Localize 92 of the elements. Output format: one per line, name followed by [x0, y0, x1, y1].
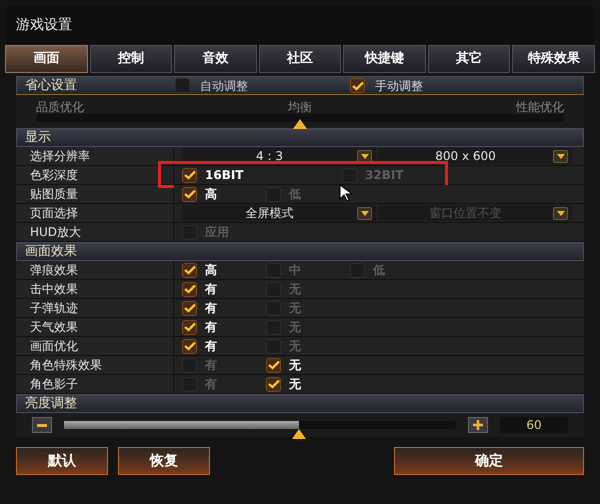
option-label: 有	[205, 376, 217, 393]
minus-button[interactable]	[32, 417, 52, 433]
checkbox[interactable]	[182, 186, 197, 202]
option-label: 16BIT	[205, 167, 244, 184]
checkbox[interactable]	[266, 186, 281, 202]
option-label: 无	[289, 338, 301, 355]
scale-label: 均衡	[288, 99, 312, 114]
row-label: 画面优化	[16, 337, 174, 355]
tab[interactable]: 其它	[428, 45, 510, 73]
minus-icon	[37, 424, 47, 426]
checkbox[interactable]	[266, 376, 281, 392]
option-label: 无	[289, 281, 301, 298]
checkbox[interactable]	[342, 168, 357, 182]
checkbox[interactable]	[266, 262, 281, 278]
checkmark-icon	[184, 303, 196, 313]
checkbox[interactable]	[266, 338, 281, 354]
row-label: 角色特殊效果	[16, 356, 174, 374]
checkbox[interactable]	[182, 224, 197, 240]
checkmark-icon	[268, 379, 280, 389]
checkbox[interactable]	[182, 376, 197, 392]
checkmark-icon	[268, 360, 280, 370]
checkbox[interactable]	[182, 300, 197, 316]
row-label: 贴图质量	[16, 185, 174, 203]
mouse-cursor-icon	[339, 184, 353, 202]
checkbox[interactable]	[175, 78, 190, 93]
window-title: 游戏设置	[16, 16, 72, 34]
option-label: 无	[289, 357, 301, 374]
checkmark-icon	[184, 189, 196, 199]
option-label: 有	[205, 319, 217, 336]
section-header: 画面效果	[16, 242, 584, 261]
checkmark-icon	[184, 284, 196, 294]
checkbox[interactable]	[266, 320, 281, 334]
dropdown[interactable]: 全屏模式	[182, 205, 376, 221]
checkbox[interactable]	[350, 262, 365, 278]
checkmark-icon	[184, 170, 196, 180]
checkmark-icon	[184, 322, 196, 332]
option-label: 有	[205, 357, 217, 374]
checkbox[interactable]	[182, 320, 197, 334]
checkmark-icon	[184, 265, 196, 275]
option-label: 自动调整	[200, 78, 248, 94]
row-label: 色彩深度	[16, 166, 174, 184]
option-label: 无	[289, 376, 301, 393]
tab[interactable]: 社区	[258, 45, 342, 73]
checkbox[interactable]	[182, 282, 197, 296]
tab[interactable]: 特殊效果	[512, 45, 596, 73]
row-label: 页面选择	[16, 204, 174, 222]
scale-label: 性能优化	[516, 99, 564, 114]
row-label: 选择分辨率	[16, 147, 174, 165]
option-label: 高	[205, 186, 217, 203]
option-label: 有	[205, 281, 217, 298]
checkbox[interactable]	[266, 282, 281, 296]
brightness-value: 60	[500, 417, 568, 433]
tab[interactable]: 画面	[5, 45, 88, 73]
tab[interactable]: 音效	[174, 45, 257, 73]
option-label: 低	[373, 262, 385, 279]
checkbox[interactable]	[266, 300, 281, 316]
row-label: HUD放大	[16, 223, 174, 241]
checkbox[interactable]	[182, 168, 197, 182]
tab[interactable]: 快捷键	[343, 45, 426, 73]
row-label: 击中效果	[16, 280, 174, 298]
tab[interactable]: 控制	[90, 45, 172, 73]
checkmark-icon	[352, 80, 364, 90]
option-label: 有	[205, 338, 217, 355]
row-label: 角色影子	[16, 375, 174, 393]
scale-label: 品质优化	[36, 99, 84, 114]
dialog-button[interactable]: 恢复	[118, 447, 210, 475]
plus-icon	[473, 420, 483, 430]
option-label: 应用	[205, 224, 229, 241]
checkbox[interactable]	[350, 78, 365, 93]
section-header: 亮度调整	[16, 394, 584, 413]
checkbox[interactable]	[182, 338, 197, 354]
dialog-button[interactable]: 确定	[394, 447, 584, 475]
row-label: 天气效果	[16, 318, 174, 336]
checkbox[interactable]	[266, 358, 281, 372]
option-label: 高	[205, 262, 217, 279]
row-label: 弹痕效果	[16, 261, 174, 279]
dropdown[interactable]: 800 x 600	[378, 148, 572, 164]
option-label: 手动调整	[375, 78, 423, 94]
option-label: 32BIT	[365, 167, 404, 184]
plus-button[interactable]	[468, 417, 488, 433]
option-label: 中	[289, 262, 301, 279]
option-label: 无	[289, 319, 301, 336]
dialog-button[interactable]: 默认	[16, 447, 108, 475]
row-label: 子弹轨迹	[16, 299, 174, 317]
section-header: 显示	[16, 128, 584, 147]
checkmark-icon	[184, 341, 196, 351]
checkbox[interactable]	[182, 262, 197, 278]
option-label: 有	[205, 300, 217, 317]
option-label: 低	[289, 186, 301, 203]
section-title: 省心设置	[25, 76, 78, 95]
option-label: 无	[289, 300, 301, 317]
checkbox[interactable]	[182, 358, 197, 372]
